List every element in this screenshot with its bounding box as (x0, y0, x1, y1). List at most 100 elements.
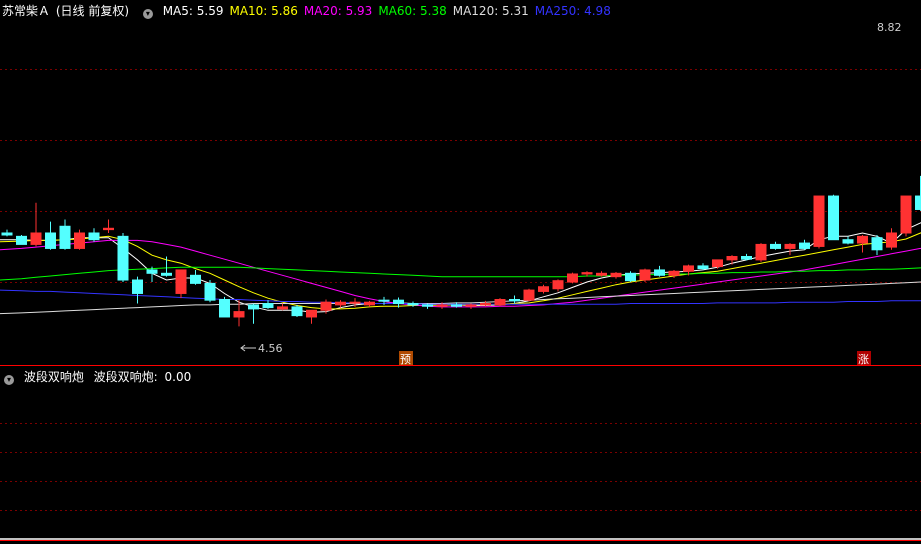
yu-badge: 预 (399, 351, 413, 366)
ma-legend-item: MA10: 5.86 (229, 4, 298, 18)
candle-body-down (422, 304, 433, 307)
candle-body-fill (480, 303, 491, 305)
candle-body-fill (785, 244, 795, 249)
high-price-label: 8.82 (877, 21, 902, 34)
candle-body-fill (553, 280, 563, 289)
candle (523, 288, 535, 302)
candle (538, 284, 549, 294)
candle-body-fill (712, 259, 723, 267)
candle (842, 236, 854, 245)
candle (190, 269, 201, 285)
candle (741, 253, 752, 261)
candle-body-down (407, 303, 419, 306)
candle-body-fill (277, 306, 288, 309)
candle (509, 295, 520, 304)
candle (610, 271, 622, 279)
indicator-settings-dropdown-icon[interactable]: ▾ (4, 375, 14, 385)
candle (30, 202, 42, 247)
indicator-series (0, 538, 921, 540)
candle-body-fill (901, 196, 911, 233)
candle-body-down (146, 269, 158, 274)
candle (248, 303, 259, 324)
low-price-label: 4.56 (258, 342, 283, 355)
candle (59, 219, 71, 250)
candle-body-down (378, 299, 390, 302)
candle-body-down (1, 232, 13, 236)
candle-body-down (16, 235, 27, 245)
candle-body-fill (640, 269, 650, 281)
candle (900, 195, 912, 237)
candle (175, 269, 187, 299)
candle (625, 271, 636, 283)
candle (639, 268, 651, 283)
candle-body-down (59, 225, 71, 249)
candle (726, 255, 738, 265)
candle (828, 194, 839, 241)
indicator-line (0, 538, 921, 540)
candle-body-down (393, 299, 404, 305)
candle (16, 235, 27, 245)
candle-body-fill (335, 302, 346, 305)
candle-body-fill (727, 256, 737, 260)
candle (755, 243, 767, 262)
ma-legend-item: MA20: 5.93 (303, 4, 373, 18)
candle (364, 300, 375, 307)
candle-body-down (161, 272, 172, 276)
candle-body-down (45, 232, 56, 249)
main-chart-header: 苏常柴Ａ (日线 前复权) ▾ MA5: 5.59 MA10: 5.86 MA20:… (2, 3, 617, 19)
candle (697, 263, 709, 270)
candle-body-down (741, 256, 752, 260)
candle (45, 221, 56, 250)
candle-body-down (451, 304, 462, 307)
candle (262, 300, 274, 309)
indicator-value-label: 波段双响炮: (93, 370, 158, 384)
candle-body-down (248, 304, 259, 310)
zhang-badge-text: 涨 (858, 353, 869, 366)
candle-body-fill (611, 273, 621, 277)
candle-body-fill (814, 196, 824, 247)
ma-line-ma5 (0, 88, 921, 313)
indicator-header: ▾ 波段双响炮 波段双响炮: 0.00 (2, 369, 197, 385)
candle (219, 296, 230, 318)
candle-body-fill (321, 302, 331, 311)
chart-canvas: 4.56 8.82 预 涨 (0, 21, 921, 541)
candle-body-down (117, 235, 129, 281)
candle (494, 298, 506, 307)
ma-settings-dropdown-icon[interactable]: ▾ (142, 9, 153, 19)
candle (770, 241, 781, 250)
candle-body-down (871, 237, 883, 251)
indicator-name[interactable]: 波段双响炮 (24, 370, 84, 384)
candle-body-down (697, 265, 709, 270)
candle (1, 229, 13, 237)
candle (277, 303, 288, 311)
candle-body-fill (567, 273, 578, 283)
candle-body-fill (437, 304, 447, 307)
candle (103, 219, 114, 233)
candle-body-fill (669, 271, 679, 276)
candle (306, 309, 317, 324)
candle-body-fill (31, 232, 41, 245)
candle (799, 239, 810, 250)
candle-body-down (190, 274, 201, 284)
candle-body-down (204, 282, 216, 301)
candle-body-fill (306, 310, 317, 317)
moving-average-lines (0, 88, 921, 315)
zhang-badge: 涨 (857, 351, 871, 366)
candle (915, 175, 921, 211)
indicator-value: 0.00 (164, 370, 192, 384)
stock-name[interactable]: 苏常柴Ａ (2, 4, 50, 18)
ma-legend-item: MA5: 5.59 (162, 4, 224, 18)
candle-body-down (88, 232, 100, 241)
candle-body-fill (176, 269, 186, 294)
candle (74, 229, 85, 250)
candle (117, 232, 129, 283)
candle-body-down (915, 195, 921, 210)
ma-legend-item: MA250: 4.98 (534, 4, 611, 18)
candle (132, 276, 143, 304)
candle-body-down (799, 242, 810, 249)
yu-badge-text: 预 (400, 353, 411, 366)
candle-body-down (262, 303, 274, 309)
candle-body-fill (364, 302, 375, 305)
candle (784, 243, 796, 256)
candle-body-fill (524, 290, 534, 301)
